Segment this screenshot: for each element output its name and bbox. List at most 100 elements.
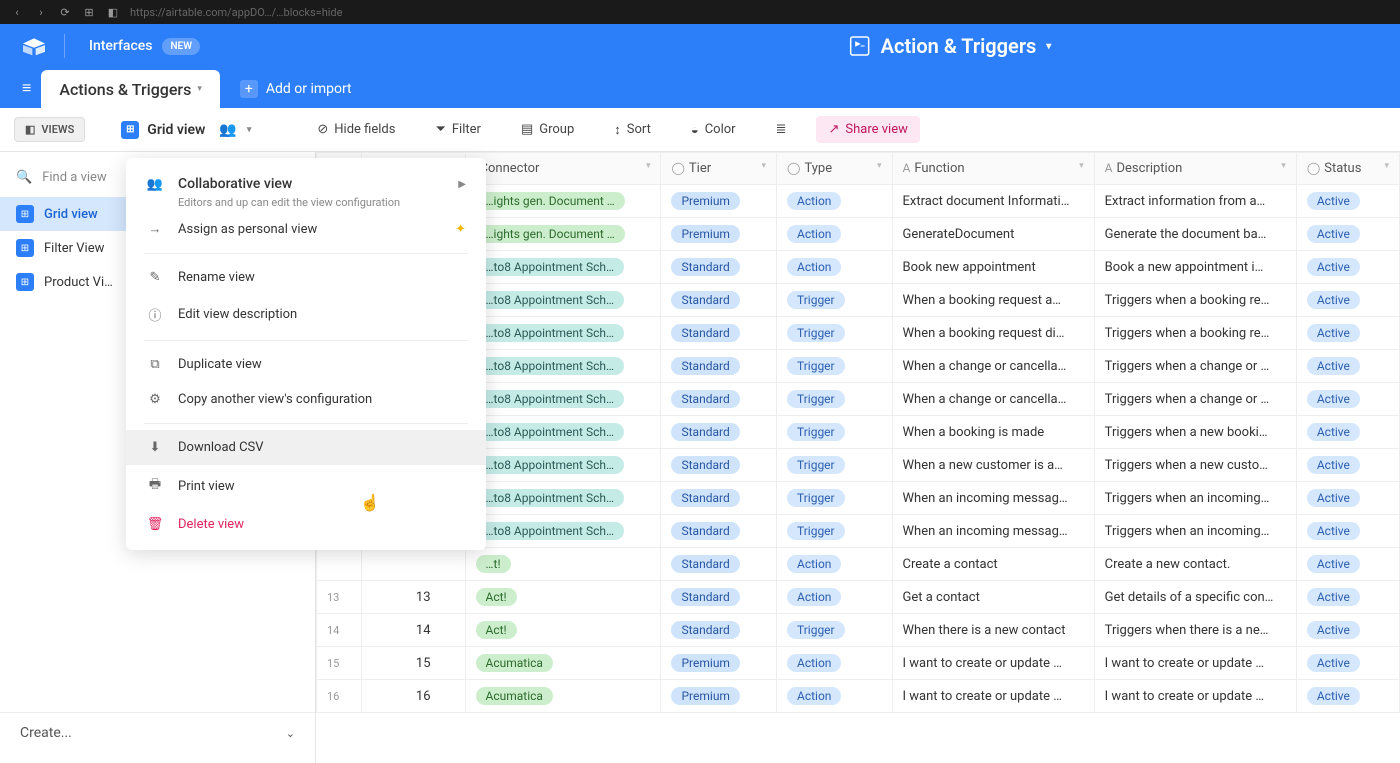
cell-tier[interactable]: Standard [661,548,777,581]
column-header-tier[interactable]: ◯Tier▾ [661,153,777,185]
cell-tier[interactable]: Standard [661,350,777,383]
column-header-connector[interactable]: Connector▾ [465,153,661,185]
cell-function[interactable]: Create a contact [892,548,1094,581]
cell-status[interactable]: Active [1296,251,1399,284]
cell-type[interactable]: Action [777,581,893,614]
apps-icon[interactable]: ⊞ [82,5,96,19]
table-row[interactable]: 1616AcumaticaPremiumActionI want to crea… [317,680,1400,713]
tab-actions-triggers[interactable]: Actions & Triggers ▾ [41,70,220,108]
cell-description[interactable]: Book a new appointment i… [1094,251,1296,284]
rename-view-item[interactable]: ✎ Rename view [126,260,486,295]
cell-description[interactable]: I want to create or update … [1094,647,1296,680]
cell-connector[interactable]: …to8 Appointment Sch… [465,350,661,383]
cell-type[interactable]: Trigger [777,383,893,416]
cell-connector[interactable]: …ights gen. Document … [465,185,661,218]
cell-type[interactable]: Trigger [777,416,893,449]
cell-connector[interactable]: …to8 Appointment Sch… [465,251,661,284]
cell-status[interactable]: Active [1296,449,1399,482]
cell-connector[interactable]: Acumatica [465,680,661,713]
column-header-status[interactable]: ◯Status▾ [1296,153,1399,185]
cell-function[interactable]: When a change or cancella… [892,350,1094,383]
cell-status[interactable]: Active [1296,581,1399,614]
cell-status[interactable]: Active [1296,548,1399,581]
cell-function[interactable]: GenerateDocument [892,218,1094,251]
cell-status[interactable]: Active [1296,416,1399,449]
cell-function[interactable]: When there is a new contact [892,614,1094,647]
url-bar[interactable]: https://airtable.com/appDO…/…blocks=hide [130,6,1390,19]
cell-connector[interactable]: …to8 Appointment Sch… [465,416,661,449]
cell-type[interactable]: Action [777,218,893,251]
cell-function[interactable]: When a change or cancella… [892,383,1094,416]
delete-view-item[interactable]: 🗑 Delete view [126,507,486,542]
views-toggle-button[interactable]: ◧ VIEWS [14,117,85,142]
row-height-button[interactable]: ≣ [766,116,797,143]
cell-description[interactable]: Create a new contact. [1094,548,1296,581]
cell-description[interactable]: Generate the document ba… [1094,218,1296,251]
cell-tier[interactable]: Standard [661,284,777,317]
cell-function[interactable]: When an incoming messag… [892,482,1094,515]
cell-description[interactable]: Triggers when a booking re… [1094,317,1296,350]
cell-tier[interactable]: Standard [661,317,777,350]
color-button[interactable]: ◒ Color [681,116,746,144]
cell-tier[interactable]: Standard [661,581,777,614]
chevron-down-icon[interactable]: ▾ [247,125,252,135]
cell-function[interactable]: Extract document Informati… [892,185,1094,218]
cell-type[interactable]: Action [777,185,893,218]
chevron-down-icon[interactable]: ▾ [1079,161,1084,171]
cell-function[interactable]: Book new appointment [892,251,1094,284]
cell-function[interactable]: Get a contact [892,581,1094,614]
cell-type[interactable]: Trigger [777,449,893,482]
cell-status[interactable]: Active [1296,515,1399,548]
cell-description[interactable]: Triggers when a new booki… [1094,416,1296,449]
sort-button[interactable]: ↕ Sort [604,116,661,144]
refresh-icon[interactable]: ⟳ [58,5,72,19]
cell-tier[interactable]: Standard [661,383,777,416]
download-csv-item[interactable]: ⬇ Download CSV [126,430,486,465]
column-header-function[interactable]: AFunction▾ [892,153,1094,185]
interfaces-link[interactable]: Interfaces [89,38,152,54]
gridview-dropdown[interactable]: ⊞ Grid view 👥 ▾ [111,115,261,145]
edit-description-item[interactable]: ⓘ Edit view description [126,295,486,334]
cell-connector[interactable]: …t! [465,548,661,581]
cell-type[interactable]: Trigger [777,317,893,350]
cell-status[interactable]: Active [1296,350,1399,383]
column-header-description[interactable]: ADescription▾ [1094,153,1296,185]
cell-description[interactable]: Triggers when a change or … [1094,383,1296,416]
cell-id[interactable] [362,548,465,581]
chevron-down-icon[interactable]: ▾ [1281,161,1286,171]
chevron-down-icon[interactable]: ▾ [197,84,202,94]
share-view-button[interactable]: ↗ Share view [816,116,919,143]
cell-status[interactable]: Active [1296,185,1399,218]
create-view-button[interactable]: Create... ⌄ [0,712,315,753]
cell-tier[interactable]: Standard [661,449,777,482]
cell-tier[interactable]: Standard [661,251,777,284]
cell-type[interactable]: Action [777,251,893,284]
cell-description[interactable]: Triggers when a change or … [1094,350,1296,383]
duplicate-view-item[interactable]: ⧉ Duplicate view [126,347,486,382]
cell-function[interactable]: I want to create or update … [892,647,1094,680]
chevron-down-icon[interactable]: ▾ [1046,41,1051,52]
cell-description[interactable]: Extract information from a… [1094,185,1296,218]
cell-connector[interactable]: …to8 Appointment Sch… [465,383,661,416]
collaborative-view-item[interactable]: 👥 Collaborative view ▶ Editors and up ca… [126,166,486,211]
cell-description[interactable]: Triggers when an incoming… [1094,515,1296,548]
menu-icon[interactable]: ≡ [12,78,41,108]
back-icon[interactable]: ‹ [10,5,24,19]
cell-function[interactable]: When a booking request a… [892,284,1094,317]
cell-status[interactable]: Active [1296,383,1399,416]
cell-status[interactable]: Active [1296,680,1399,713]
table-row[interactable]: 1313Act!StandardActionGet a contactGet d… [317,581,1400,614]
cell-id[interactable]: 13 [362,581,465,614]
group-button[interactable]: ▤ Group [511,116,584,143]
cell-status[interactable]: Active [1296,284,1399,317]
cell-status[interactable]: Active [1296,218,1399,251]
copy-config-item[interactable]: ⚙ Copy another view's configuration [126,382,486,417]
cell-connector[interactable]: …to8 Appointment Sch… [465,515,661,548]
cell-id[interactable]: 15 [362,647,465,680]
cell-type[interactable]: Action [777,647,893,680]
cell-type[interactable]: Trigger [777,350,893,383]
cell-description[interactable]: Triggers when there is a ne… [1094,614,1296,647]
cell-tier[interactable]: Premium [661,647,777,680]
airtable-logo-icon[interactable] [20,35,48,57]
cell-function[interactable]: I want to create or update … [892,680,1094,713]
